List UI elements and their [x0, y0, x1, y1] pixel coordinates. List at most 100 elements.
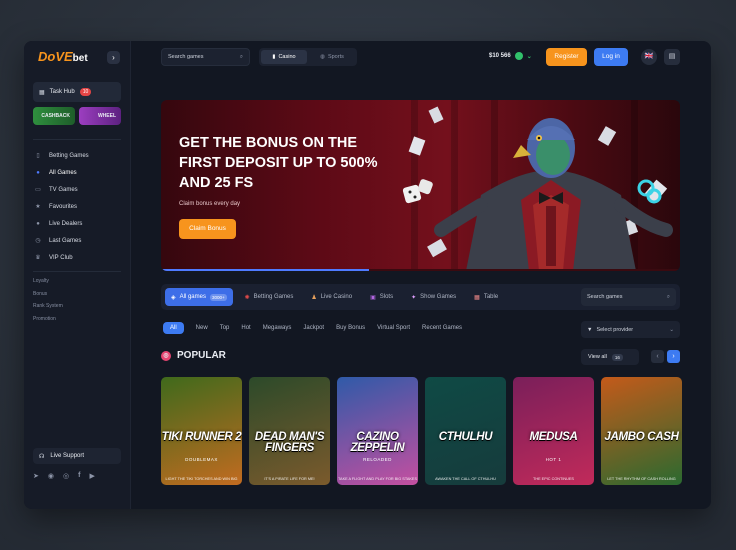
dealer-icon: ♟: [311, 294, 317, 301]
tab-live-casino[interactable]: ♟ Live Casino: [305, 288, 358, 306]
tab-show-games[interactable]: ✦ Show Games: [405, 288, 462, 306]
login-button[interactable]: Log in: [594, 48, 628, 66]
tab-label: Table: [483, 294, 499, 300]
tab-betting-games[interactable]: ✺ Betting Games: [239, 288, 300, 306]
game-title: CAZINO ZEPPELIN: [350, 431, 405, 454]
telegram-icon[interactable]: ➤: [33, 472, 39, 480]
filter-buy-bonus[interactable]: Buy Bonus: [336, 325, 365, 331]
carousel-prev-button[interactable]: ‹: [651, 350, 664, 363]
link-promotion[interactable]: Promotion: [33, 316, 63, 329]
popular-games-row: TIKI RUNNER 2 DOUBLEMAX LIGHT THE TIKI T…: [161, 377, 682, 485]
tab-slots[interactable]: ▣ Slots: [364, 288, 399, 306]
filter-chips: All New Top Hot Megaways Jackpot Buy Bon…: [163, 322, 462, 334]
tab-casino[interactable]: ▮ Casino: [261, 50, 307, 64]
tab-label: Slots: [379, 294, 394, 300]
search-placeholder: Search games: [168, 54, 204, 60]
facebook-icon[interactable]: f: [78, 472, 80, 480]
filter-all[interactable]: All: [163, 322, 184, 334]
sidebar-item-betting-games[interactable]: ▯ Betting Games: [33, 147, 123, 164]
sidebar: DoVEbet › ▦ Task Hub 10 CASHBACK WHEEL ▯…: [24, 41, 131, 509]
tab-all-games[interactable]: ◈ All games 3000+: [165, 288, 233, 306]
view-all-button[interactable]: View all 16: [581, 349, 639, 365]
chevron-right-icon: ›: [112, 53, 115, 62]
tab-table[interactable]: ▦ Table: [468, 288, 504, 306]
sidebar-item-tv-games[interactable]: ▭ TV Games: [33, 181, 123, 198]
filter-hot[interactable]: Hot: [241, 325, 250, 331]
table-icon: ▦: [474, 294, 480, 301]
discord-icon[interactable]: ◉: [48, 472, 54, 480]
sidebar-item-label: Live Dealers: [49, 220, 83, 227]
chevron-right-icon: ›: [672, 353, 675, 360]
promo-banner: GET THE BONUS ON THE FIRST DEPOSIT UP TO…: [161, 100, 680, 271]
game-title: JAMBO CASH: [604, 431, 679, 443]
game-title: CTHULHU: [438, 431, 493, 443]
game-card[interactable]: DEAD MAN'S FINGERS IT'S A PIRATE LIFE FO…: [249, 377, 330, 485]
cards-icon: ▮: [272, 54, 276, 60]
sidebar-item-all-games[interactable]: ● All Games: [33, 164, 123, 181]
tab-label: Casino: [278, 54, 296, 60]
wheel-label: WHEEL: [97, 113, 116, 119]
logo[interactable]: DoVEbet: [38, 49, 88, 64]
crown-icon: ♛: [35, 255, 41, 261]
banner-subtitle: Claim bonus every day: [179, 201, 241, 207]
wheel-promo[interactable]: WHEEL: [79, 107, 121, 125]
banner-carousel-progress: [161, 269, 680, 271]
view-all-label: View all: [588, 354, 607, 360]
header-search-input[interactable]: Search games ⌕: [161, 48, 250, 66]
claim-bonus-button[interactable]: Claim Bonus: [179, 219, 236, 239]
register-button[interactable]: Register: [546, 48, 587, 66]
instagram-icon[interactable]: ◎: [63, 472, 69, 480]
sidebar-item-live-dealers[interactable]: ● Live Dealers: [33, 215, 123, 232]
language-flag-icon[interactable]: 🇬🇧: [641, 49, 657, 65]
view-all-count: 16: [611, 353, 623, 361]
secondary-links: Loyalty Bonus Rank System Promotion: [33, 278, 63, 328]
game-subtitle: DOUBLEMAX: [185, 457, 218, 462]
game-title: TIKI RUNNER 2: [161, 431, 242, 443]
chat-icon[interactable]: ▤: [664, 49, 680, 65]
filter-new[interactable]: New: [196, 325, 208, 331]
dot-icon: ●: [36, 169, 40, 176]
sidebar-item-last-games[interactable]: ◷ Last Games: [33, 232, 123, 249]
tab-sports[interactable]: ◍ Sports: [309, 50, 355, 64]
headset-icon: ☊: [39, 453, 45, 460]
banner-title: GET THE BONUS ON THE FIRST DEPOSIT UP TO…: [179, 135, 378, 191]
popular-section-heading: ◎ POPULAR: [161, 350, 226, 361]
game-title: DEAD MAN'S FINGERS: [254, 431, 325, 454]
balance-display[interactable]: $10 566 ⌄: [489, 52, 532, 60]
task-hub-count-badge: 10: [79, 88, 92, 96]
provider-select[interactable]: ▼ Select provider ⌄: [581, 321, 680, 338]
link-loyalty[interactable]: Loyalty: [33, 278, 63, 291]
games-search-input[interactable]: Search games ⌕: [581, 288, 676, 306]
link-bonus[interactable]: Bonus: [33, 291, 63, 304]
collapse-sidebar-button[interactable]: ›: [107, 51, 120, 64]
game-card[interactable]: CTHULHU AWAKEN THE CALL OF CTHULHU: [425, 377, 506, 485]
sidebar-item-vip-club[interactable]: ♛ VIP Club: [33, 249, 123, 266]
game-title: MEDUSA: [529, 431, 578, 443]
game-tagline: LIGHT THE TIKI TORCHES AND WIN BIG: [165, 477, 238, 481]
tab-label: Show Games: [420, 294, 457, 300]
link-rank-system[interactable]: Rank System: [33, 303, 63, 316]
game-card[interactable]: MEDUSA HOT 1 THE EPIC CONTINUES: [513, 377, 594, 485]
filter-megaways[interactable]: Megaways: [263, 325, 292, 331]
game-tagline: AWAKEN THE CALL OF CTHULHU: [435, 477, 496, 481]
game-subtitle: RELOADED: [363, 457, 392, 462]
filter-jackpot[interactable]: Jackpot: [303, 325, 324, 331]
mode-toggle: ▮ Casino ◍ Sports: [259, 48, 357, 66]
category-bar: ◈ All games 3000+ ✺ Betting Games ♟ Live…: [161, 284, 680, 310]
sidebar-item-favourites[interactable]: ★ Favourites: [33, 198, 123, 215]
filter-top[interactable]: Top: [220, 325, 230, 331]
filter-recent-games[interactable]: Recent Games: [422, 325, 462, 331]
youtube-icon[interactable]: ▶: [89, 472, 94, 480]
game-card[interactable]: JAMBO CASH LET THE RHYTHM OF CASH ROLLIN…: [601, 377, 682, 485]
game-card[interactable]: CAZINO ZEPPELIN RELOADED TAKE A FLIGHT A…: [337, 377, 418, 485]
filter-virtual-sport[interactable]: Virtual Sport: [377, 325, 410, 331]
sidebar-item-label: TV Games: [49, 186, 78, 193]
live-support-button[interactable]: ☊ Live Support: [33, 448, 121, 464]
carousel-next-button[interactable]: ›: [667, 350, 680, 363]
cashback-promo[interactable]: CASHBACK: [33, 107, 75, 125]
sidebar-item-label: VIP Club: [49, 254, 73, 261]
task-hub-button[interactable]: ▦ Task Hub 10: [33, 82, 121, 102]
target-icon: ◎: [161, 350, 171, 361]
task-hub-label: Task Hub: [49, 89, 75, 95]
game-card[interactable]: TIKI RUNNER 2 DOUBLEMAX LIGHT THE TIKI T…: [161, 377, 242, 485]
